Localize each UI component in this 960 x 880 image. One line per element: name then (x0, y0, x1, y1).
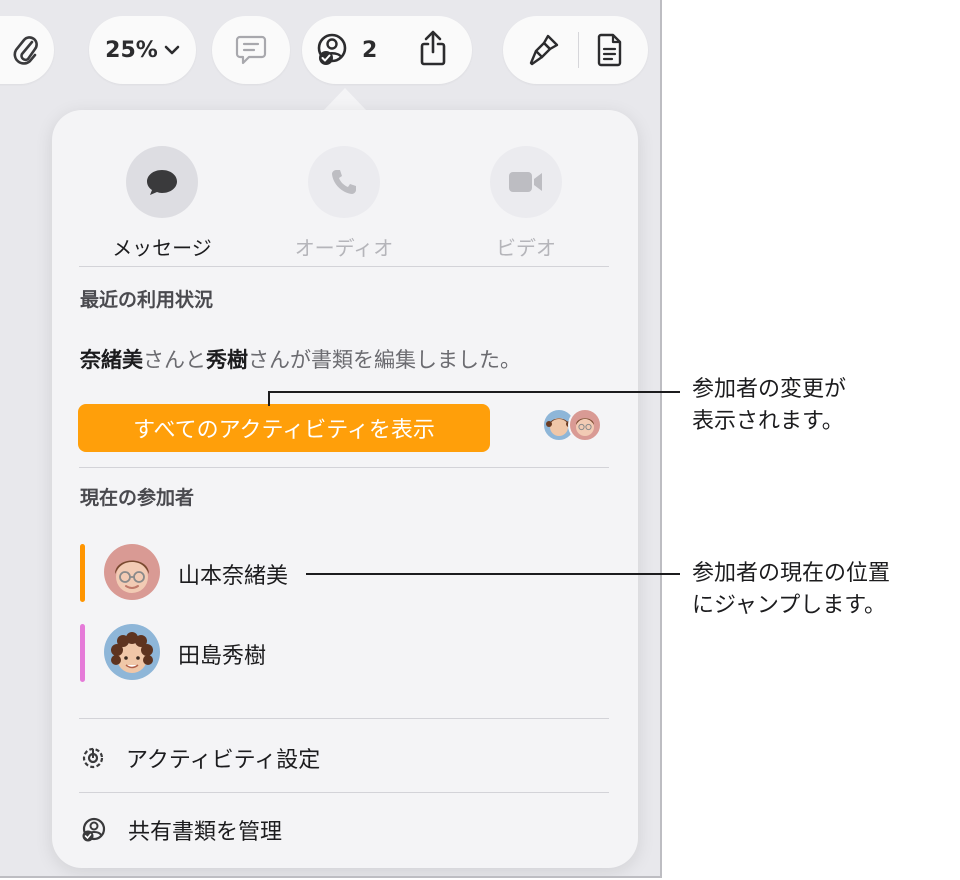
avatar (104, 624, 160, 680)
comment-icon (234, 34, 268, 66)
collaboration-icon (80, 817, 108, 843)
divider (79, 266, 609, 267)
message-button[interactable]: メッセージ (97, 146, 227, 261)
divider (79, 467, 609, 468)
callout-jump: 参加者の現在の位置 にジャンプします。 (692, 561, 891, 618)
avatar (104, 544, 160, 600)
share-button[interactable] (418, 30, 448, 68)
divider (79, 718, 609, 719)
chevron-down-icon (164, 44, 180, 56)
callout-changes: 参加者の変更が 表示されます。 (692, 377, 847, 434)
participant-name: 田島秀樹 (178, 644, 267, 669)
manage-shared-document-item[interactable]: 共有書類を管理 (80, 810, 600, 850)
show-all-activity-button[interactable]: すべてのアクティビティを表示 (78, 404, 490, 452)
collaboration-button[interactable]: 2 (314, 33, 377, 67)
tools-pill (503, 16, 648, 84)
activity-settings-label: アクティビティ設定 (126, 748, 321, 773)
attach-button[interactable] (0, 16, 54, 84)
editor-name-1: 奈緒美 (80, 348, 143, 372)
collaboration-pill: 2 (302, 16, 472, 84)
recent-activity-summary: 奈緒美さんと秀樹さんが書類を編集しました。 (80, 348, 521, 372)
comment-button[interactable] (212, 16, 290, 84)
collaboration-popover: メッセージ オーディオ ビデオ 最近の利用状況 奈緒美さんと秀樹さんが書類を編集… (52, 110, 638, 868)
participant-color-bar (80, 544, 85, 602)
phone-icon (308, 146, 380, 218)
divider (79, 792, 609, 793)
video-button[interactable]: ビデオ (461, 146, 591, 261)
video-label: ビデオ (496, 236, 556, 260)
callout-leader-line (268, 391, 680, 393)
participant-name: 山本奈緒美 (178, 564, 289, 589)
toolbar-divider (578, 32, 579, 68)
format-brush-button[interactable] (528, 33, 560, 67)
callout-leader-line (268, 392, 270, 406)
video-camera-icon (490, 146, 562, 218)
manage-shared-document-label: 共有書類を管理 (128, 820, 283, 845)
avatar (568, 408, 602, 442)
document-setup-button[interactable] (597, 33, 623, 67)
message-bubble-icon (126, 146, 198, 218)
zoom-menu-button[interactable]: 25% (89, 16, 196, 84)
share-icon (418, 30, 448, 68)
editor-name-2: 秀樹 (206, 348, 248, 372)
participant-row[interactable]: 田島秀樹 (80, 624, 580, 684)
gear-icon (80, 745, 106, 771)
document-icon (597, 33, 623, 67)
current-participants-title: 現在の参加者 (80, 487, 195, 509)
recent-activity-title: 最近の利用状況 (80, 289, 214, 311)
zoom-level: 25% (105, 37, 158, 63)
paintbrush-icon (528, 33, 560, 67)
message-label: メッセージ (112, 236, 212, 260)
app-window: 25% 2 メッセージ オーディオ ビデオ 最近の利用状況 奈緒美さんと秀樹さん… (0, 0, 662, 878)
paperclip-icon (12, 33, 38, 67)
callout-leader-line (306, 573, 680, 575)
popover-arrow (323, 88, 367, 111)
collaboration-icon (314, 33, 352, 67)
participant-color-bar (80, 624, 85, 682)
activity-settings-item[interactable]: アクティビティ設定 (80, 738, 600, 778)
audio-label: オーディオ (294, 236, 394, 260)
audio-button[interactable]: オーディオ (279, 146, 409, 261)
collaborator-count: 2 (362, 37, 378, 63)
